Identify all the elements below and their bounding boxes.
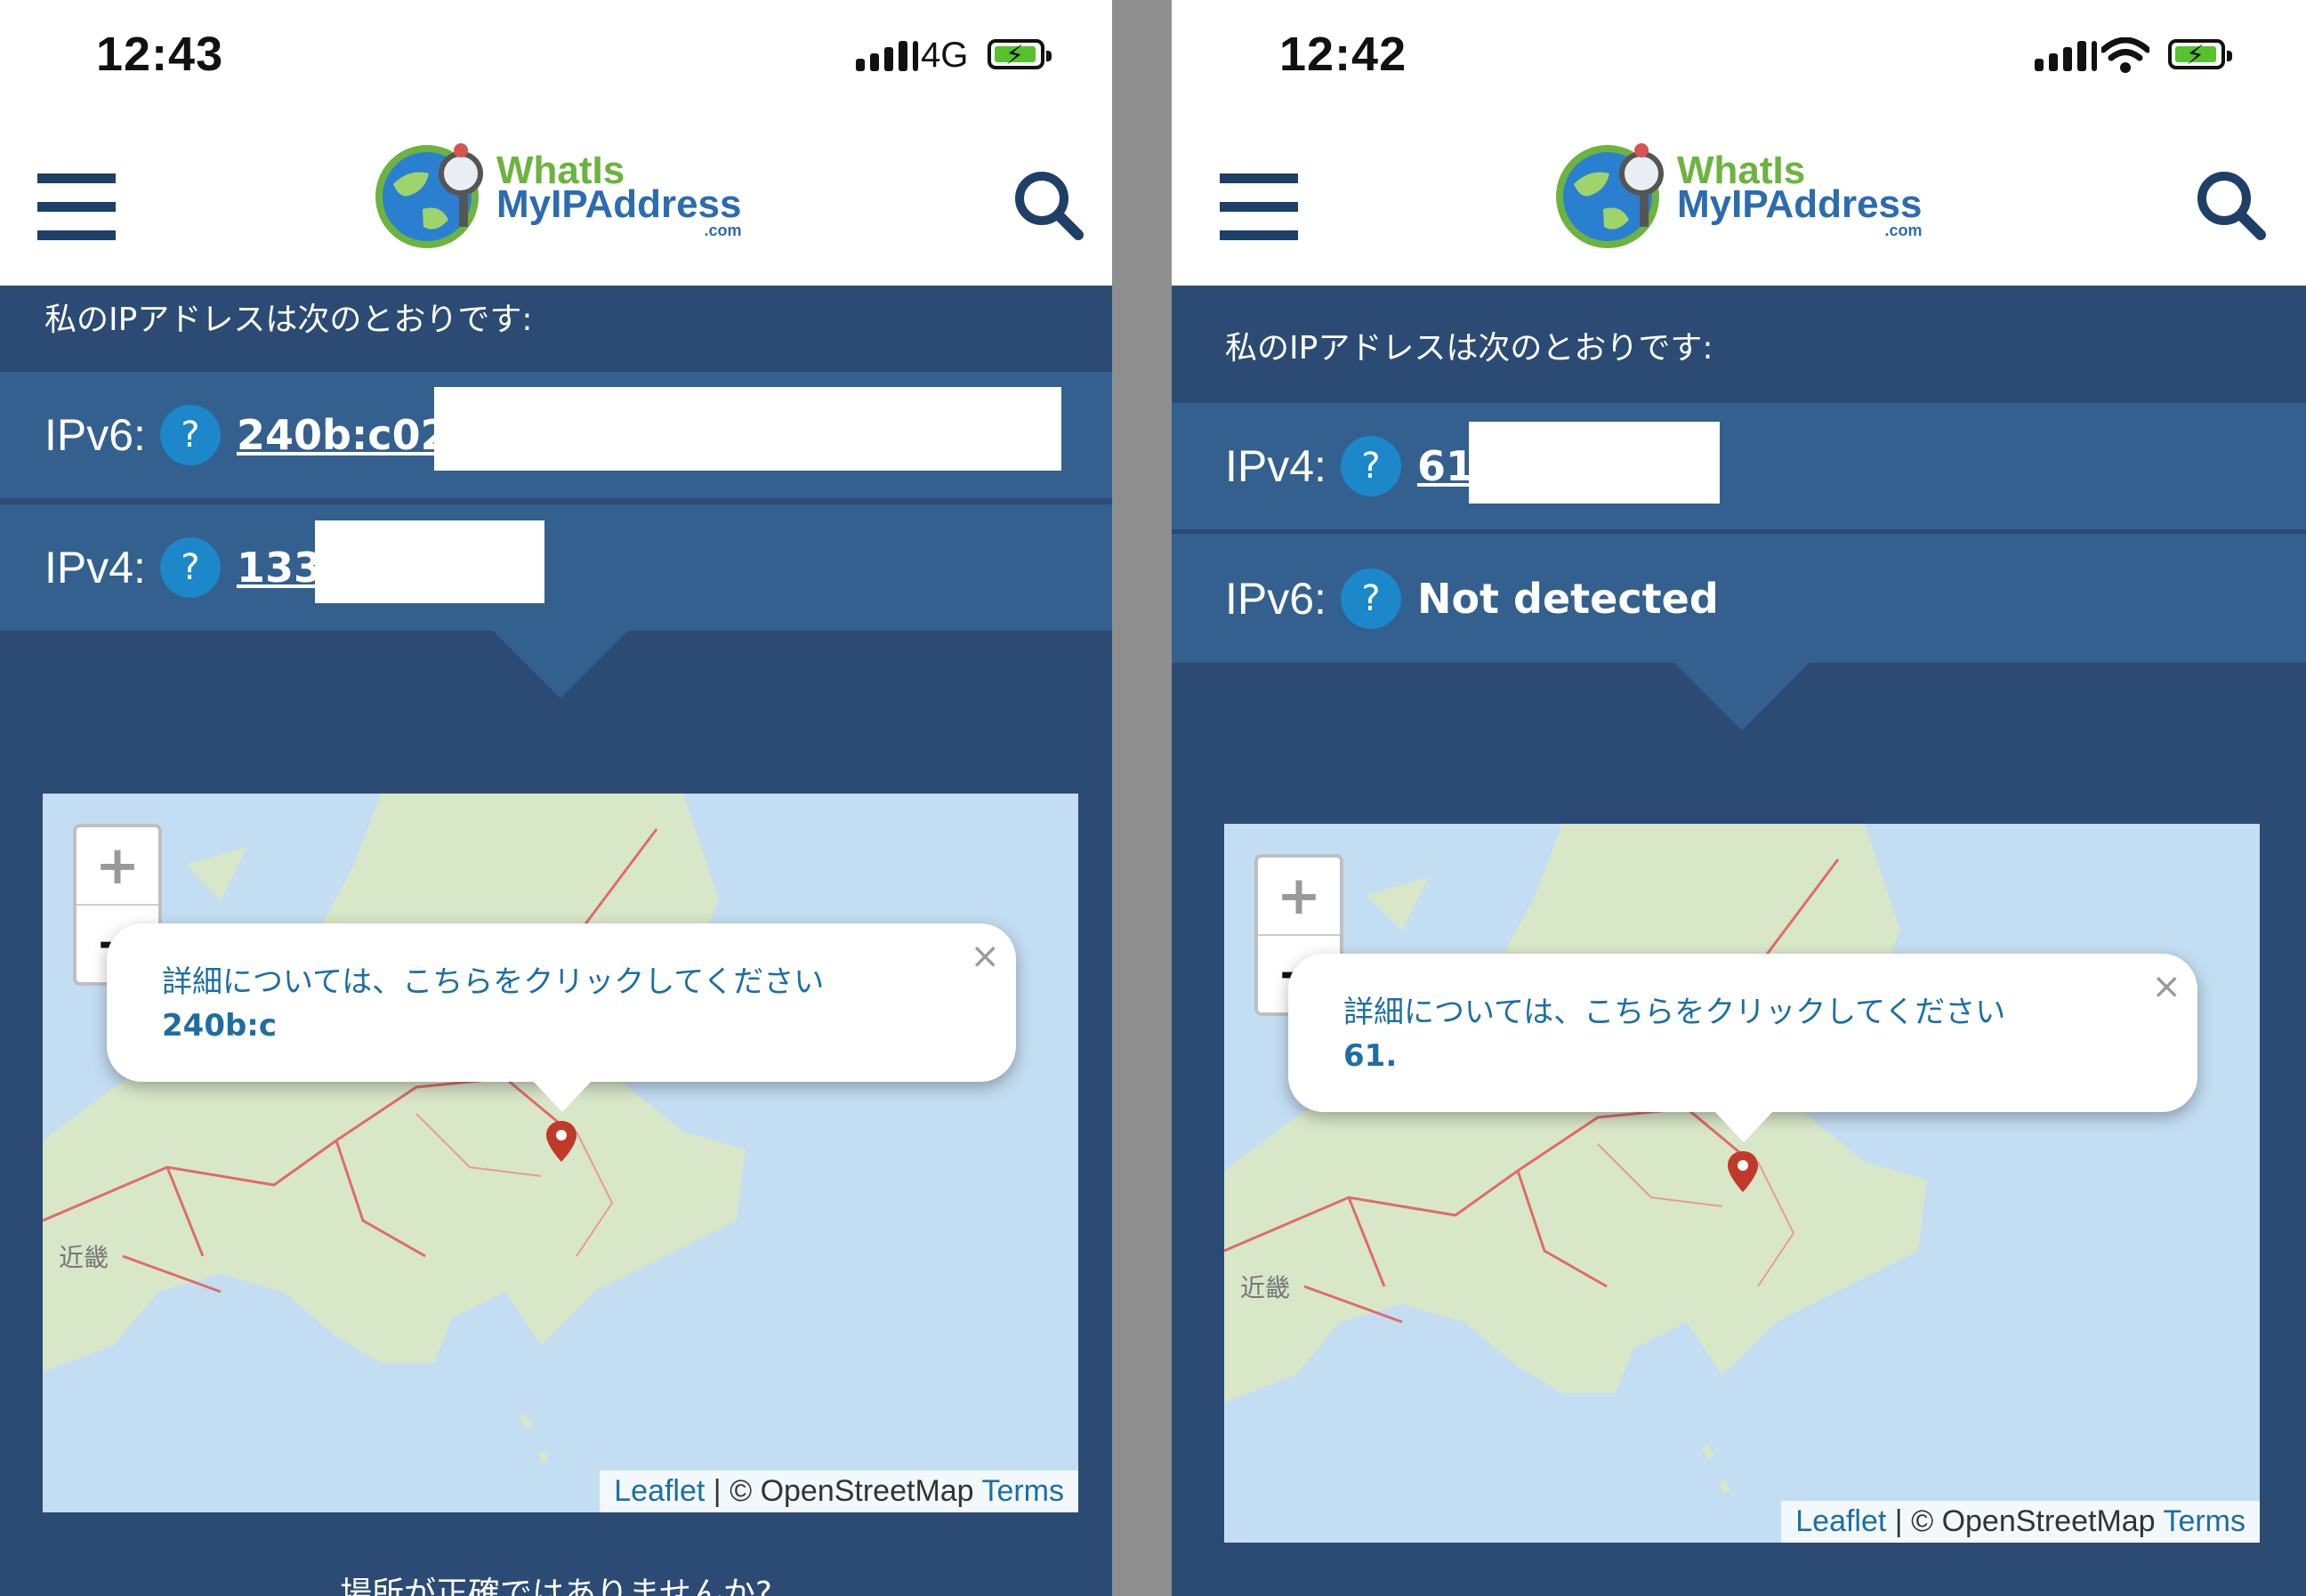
- callout-pointer: [1674, 663, 1810, 730]
- ipv6-label: IPv6:: [44, 410, 146, 460]
- right-phone-screen: 12:42 ⚡ WhatIs MyIPAddress .com 私のIPアドレス…: [1172, 0, 2306, 1596]
- help-icon[interactable]: ?: [159, 537, 221, 598]
- help-icon[interactable]: ?: [1340, 568, 1401, 629]
- popup-details-link[interactable]: 詳細については、こちらをクリックしてください: [1343, 987, 2005, 1031]
- site-logo[interactable]: WhatIs MyIPAddress .com: [1554, 138, 1923, 252]
- wifi-icon: [2101, 37, 2149, 73]
- status-time: 12:42: [1279, 28, 1407, 81]
- brand-line2: MyIPAddress: [1677, 182, 1923, 226]
- network-type: 4G: [921, 36, 969, 75]
- popup-ip: 240b:c: [162, 1008, 278, 1044]
- zoom-in-button[interactable]: +: [1258, 858, 1340, 936]
- search-icon[interactable]: [1012, 169, 1084, 240]
- attribution-text: | © OpenStreetMap: [1886, 1504, 2164, 1538]
- left-phone-screen: 12:43 4G ⚡ WhatIs MyIPAddress .com 私のIPア…: [0, 0, 1112, 1596]
- location-incorrect-text[interactable]: 場所が正確ではありませんか?: [0, 1568, 1112, 1596]
- popup-tip: [1713, 1110, 1774, 1142]
- ipv4-row: IPv4: ? 61.: [1172, 403, 2306, 529]
- battery-icon: ⚡: [988, 39, 1052, 71]
- hamburger-menu-icon[interactable]: [37, 173, 116, 259]
- site-header: WhatIs MyIPAddress .com: [0, 120, 1112, 286]
- battery-icon: ⚡: [2168, 39, 2232, 71]
- callout-pointer: [493, 631, 628, 698]
- popup-details-link[interactable]: 詳細については、こちらをクリックしてください: [162, 957, 824, 1001]
- help-icon[interactable]: ?: [1340, 436, 1401, 496]
- status-bar: 12:42 ⚡: [1172, 0, 2306, 120]
- cellular-signal-icon: [2035, 41, 2097, 71]
- terms-link[interactable]: Terms: [981, 1474, 1064, 1508]
- hamburger-menu-icon[interactable]: [1220, 173, 1298, 259]
- globe-logo-icon: [1556, 143, 1664, 248]
- globe-logo-icon: [375, 143, 483, 248]
- map-marker-icon[interactable]: [1728, 1151, 1758, 1192]
- site-logo[interactable]: WhatIs MyIPAddress .com: [374, 138, 742, 252]
- ipv6-not-detected: Not detected: [1416, 574, 1719, 623]
- ipv4-label: IPv4:: [1225, 441, 1326, 491]
- ipv4-label: IPv4:: [44, 543, 146, 592]
- popup-ip: 61.: [1343, 1038, 1398, 1074]
- map-popup[interactable]: 詳細については、こちらをクリックしてください 61. ×: [1288, 954, 2197, 1142]
- help-icon[interactable]: ?: [159, 405, 221, 465]
- popup-close-button[interactable]: ×: [2151, 966, 2181, 1007]
- location-map[interactable]: 近畿 + − 詳細については、こちらをクリックしてください 240b:c × L…: [43, 794, 1078, 1512]
- cellular-signal-icon: [856, 41, 918, 71]
- redaction-box: [315, 520, 544, 603]
- leaflet-link[interactable]: Leaflet: [614, 1474, 705, 1508]
- search-icon[interactable]: [2195, 169, 2266, 240]
- redaction-box: [1469, 422, 1720, 504]
- popup-close-button[interactable]: ×: [970, 936, 1000, 977]
- map-attribution: Leaflet | © OpenStreetMap Terms: [1781, 1501, 2260, 1543]
- attribution-text: | © OpenStreetMap: [705, 1474, 982, 1508]
- status-time: 12:43: [96, 28, 224, 81]
- terms-link[interactable]: Terms: [2163, 1504, 2246, 1538]
- ip-heading: 私のIPアドレスは次のとおりです:: [44, 302, 533, 338]
- ipv6-row: IPv6: ? Not detected: [1172, 534, 2306, 663]
- status-bar: 12:43 4G ⚡: [0, 0, 1112, 120]
- map-marker-icon[interactable]: [546, 1121, 576, 1162]
- map-region-label: 近畿: [59, 1243, 109, 1272]
- map-popup[interactable]: 詳細については、こちらをクリックしてください 240b:c ×: [107, 923, 1016, 1112]
- ipv4-row: IPv4: ? 133.1: [0, 504, 1112, 631]
- map-attribution: Leaflet | © OpenStreetMap Terms: [600, 1471, 1078, 1512]
- popup-tip: [532, 1080, 593, 1112]
- redaction-box: [434, 387, 1061, 471]
- brand-line2: MyIPAddress: [496, 182, 742, 226]
- divider: [1112, 0, 1172, 1596]
- map-region-label: 近畿: [1240, 1273, 1291, 1302]
- zoom-in-button[interactable]: +: [77, 827, 158, 906]
- ipv6-label: IPv6:: [1225, 573, 1326, 624]
- location-map[interactable]: 近畿 + − 詳細については、こちらをクリックしてください 61. × Leaf…: [1224, 824, 2260, 1543]
- ip-heading: 私のIPアドレスは次のとおりです:: [1225, 330, 1713, 367]
- site-header: WhatIs MyIPAddress .com: [1172, 120, 2306, 286]
- leaflet-link[interactable]: Leaflet: [1795, 1504, 1886, 1538]
